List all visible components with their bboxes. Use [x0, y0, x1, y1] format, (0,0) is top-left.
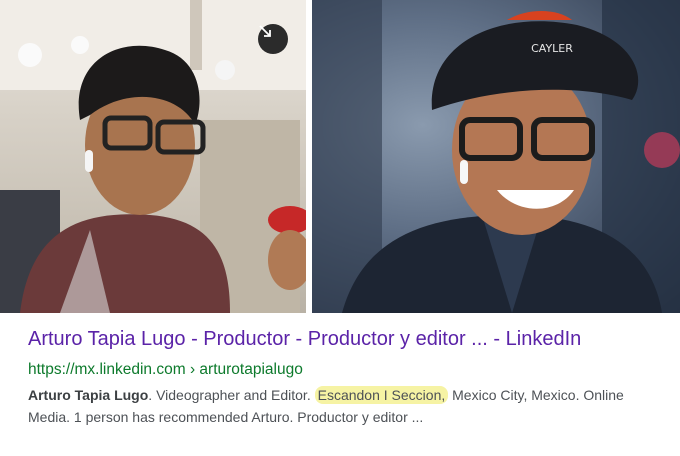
snippet-highlight: Escandon I Seccion,: [314, 386, 449, 404]
expand-button[interactable]: [258, 24, 288, 54]
result-snippet: Arturo Tapia Lugo. Videographer and Edit…: [28, 384, 648, 428]
result-url[interactable]: https://mx.linkedin.com › arturotapialug…: [28, 360, 668, 380]
snippet-text-1: . Videographer and Editor.: [148, 387, 315, 403]
result-image-left[interactable]: [0, 0, 306, 313]
result-image-right[interactable]: CAYLER: [312, 0, 680, 313]
right-photo-illustration: CAYLER: [312, 0, 680, 313]
snippet-name: Arturo Tapia Lugo: [28, 387, 149, 403]
search-result: Arturo Tapia Lugo - Productor - Producto…: [28, 320, 668, 428]
cap-logo-text: CAYLER: [531, 42, 573, 55]
expand-arrow-icon: [259, 25, 271, 37]
result-title-link[interactable]: Arturo Tapia Lugo - Productor - Producto…: [28, 326, 668, 352]
